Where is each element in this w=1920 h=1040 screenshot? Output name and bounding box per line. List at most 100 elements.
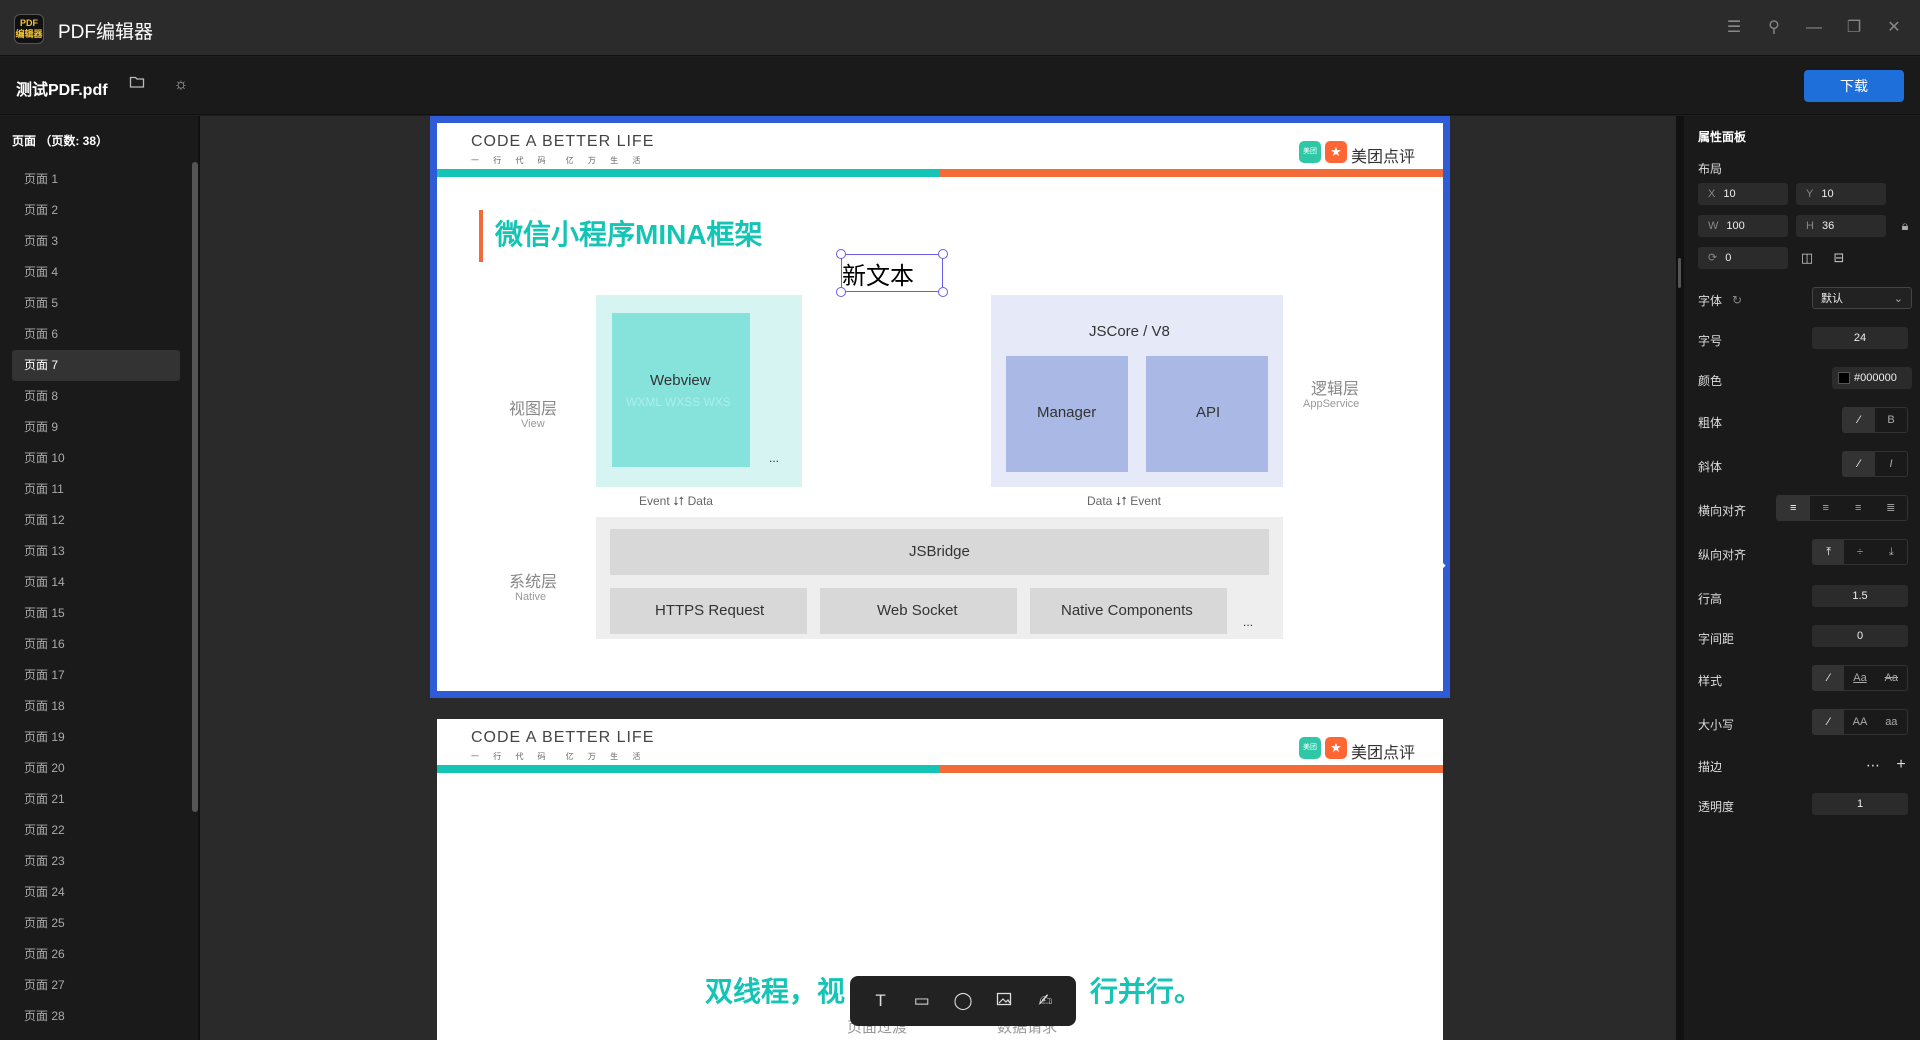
page-list-item[interactable]: 页面 2 <box>12 195 180 226</box>
add-stroke-icon[interactable]: + <box>1890 754 1912 776</box>
color-swatch[interactable] <box>1838 372 1850 385</box>
theme-icon[interactable]: ☼ <box>170 74 192 96</box>
rectangle-tool-icon[interactable]: ▭ <box>910 991 934 1011</box>
style-group[interactable]: ⁄ Aa Aa <box>1812 665 1908 691</box>
signature-tool-icon[interactable]: ✍ <box>1033 991 1057 1011</box>
resize-handle[interactable] <box>938 287 948 297</box>
resize-handle[interactable] <box>938 249 948 259</box>
w-field[interactable]: W 100 <box>1698 215 1788 237</box>
valign-group[interactable]: ⤒ ÷ ⤓ <box>1812 539 1908 565</box>
page-list-item[interactable]: 页面 7 <box>12 350 180 381</box>
case-label: 大小写 <box>1698 718 1735 732</box>
page-list-item[interactable]: 页面 19 <box>12 722 180 753</box>
page-list-item[interactable]: 页面 1 <box>12 164 180 195</box>
none-icon[interactable]: ⁄ <box>1843 452 1875 476</box>
y-field[interactable]: Y 10 <box>1796 183 1886 205</box>
resize-handle[interactable] <box>836 287 846 297</box>
text-tool-icon[interactable]: T <box>869 991 893 1011</box>
uppercase-icon[interactable]: AA <box>1844 710 1875 734</box>
download-button[interactable]: 下载 <box>1804 70 1904 102</box>
halign-group[interactable]: ≡ ≡ ≡ ≣ <box>1776 495 1908 521</box>
page-list-item[interactable]: 页面 22 <box>12 815 180 846</box>
folder-icon[interactable] <box>126 74 148 96</box>
menu-icon[interactable]: ☰ <box>1722 16 1746 40</box>
restore-icon[interactable]: ❐ <box>1842 16 1866 40</box>
page-list-item[interactable]: 页面 18 <box>12 691 180 722</box>
ellipse-tool-icon[interactable]: ◯ <box>951 991 975 1011</box>
none-icon[interactable]: ⁄ <box>1843 408 1875 432</box>
bold-toggle[interactable]: ⁄ B <box>1842 407 1908 433</box>
align-right-icon[interactable]: ≡ <box>1842 496 1875 520</box>
page-list-item[interactable]: 页面 25 <box>12 908 180 939</box>
dianping-logo-icon: ★ <box>1325 141 1347 163</box>
header-bar-teal <box>437 765 940 773</box>
page-list-item[interactable]: 页面 24 <box>12 877 180 908</box>
page-list-item[interactable]: 页面 8 <box>12 381 180 412</box>
new-text-object[interactable]: 新文本 <box>842 256 914 291</box>
none-icon[interactable]: ⁄ <box>1813 666 1845 690</box>
page-list-item[interactable]: 页面 11 <box>12 474 180 505</box>
lowercase-icon[interactable]: aa <box>1876 710 1907 734</box>
flip-horizontal-icon[interactable]: ◫ <box>1796 247 1818 269</box>
none-icon[interactable]: ⁄ <box>1813 710 1845 734</box>
color-field[interactable]: #000000 <box>1832 367 1912 389</box>
strikethrough-icon[interactable]: Aa <box>1876 666 1907 690</box>
italic-icon[interactable]: I <box>1875 452 1907 476</box>
resize-handle[interactable] <box>836 249 846 259</box>
page-list-item[interactable]: 页面 14 <box>12 567 180 598</box>
rotate-field[interactable]: ⟳ 0 <box>1698 247 1788 269</box>
page-list-item[interactable]: 页面 15 <box>12 598 180 629</box>
bold-label: 粗体 <box>1698 416 1723 430</box>
page-list-item[interactable]: 页面 10 <box>12 443 180 474</box>
lock-ratio-icon[interactable]: 🔒︎ <box>1894 215 1916 237</box>
page-list-item[interactable]: 页面 3 <box>12 226 180 257</box>
close-icon[interactable]: ✕ <box>1882 16 1906 40</box>
h-field[interactable]: H 36 <box>1796 215 1886 237</box>
page-list-item[interactable]: 页面 12 <box>12 505 180 536</box>
align-bottom-icon[interactable]: ⤓ <box>1876 540 1907 564</box>
align-center-icon[interactable]: ≡ <box>1810 496 1843 520</box>
page-list-item[interactable]: 页面 20 <box>12 753 180 784</box>
italic-toggle[interactable]: ⁄ I <box>1842 451 1908 477</box>
page-list-item[interactable]: 页面 4 <box>12 257 180 288</box>
page-list-item[interactable]: 页面 26 <box>12 939 180 970</box>
size-field[interactable]: 24 <box>1812 327 1908 349</box>
minimize-icon[interactable]: — <box>1802 16 1826 40</box>
page-list-item[interactable]: 页面 5 <box>12 288 180 319</box>
page-list-item[interactable]: 页面 23 <box>12 846 180 877</box>
x-field[interactable]: X 10 <box>1698 183 1788 205</box>
align-middle-icon[interactable]: ÷ <box>1844 540 1875 564</box>
document-canvas[interactable]: CODE A BETTER LIFE 一 行 代 码 亿 万 生 活 美团 ★ … <box>200 116 1676 1040</box>
lineheight-field[interactable]: 1.5 <box>1812 585 1908 607</box>
flip-vertical-icon[interactable]: ⊟ <box>1828 247 1850 269</box>
size-label: 字号 <box>1698 334 1723 348</box>
page-list-item[interactable]: 页面 21 <box>12 784 180 815</box>
page-list-item[interactable]: 页面 17 <box>12 660 180 691</box>
page-list-item[interactable]: 页面 13 <box>12 536 180 567</box>
opacity-field[interactable]: 1 <box>1812 793 1908 815</box>
align-top-icon[interactable]: ⤒ <box>1813 540 1845 564</box>
props-divider[interactable] <box>1676 116 1684 1040</box>
pin-icon[interactable]: ⚲ <box>1762 16 1786 40</box>
header-bar-teal <box>437 169 940 177</box>
underline-icon[interactable]: Aa <box>1844 666 1875 690</box>
page-list-item[interactable]: 页面 9 <box>12 412 180 443</box>
props-resize-handle[interactable] <box>1678 258 1681 288</box>
image-tool-icon[interactable] <box>992 991 1016 1012</box>
slide-page-7[interactable]: CODE A BETTER LIFE 一 行 代 码 亿 万 生 活 美团 ★ … <box>437 123 1443 691</box>
more-icon[interactable]: ⋯ <box>1862 754 1884 776</box>
page-list-item[interactable]: 页面 16 <box>12 629 180 660</box>
align-left-icon[interactable]: ≡ <box>1777 496 1810 520</box>
align-justify-icon[interactable]: ≣ <box>1875 496 1908 520</box>
bold-icon[interactable]: B <box>1875 408 1907 432</box>
page-list-item[interactable]: 页面 27 <box>12 970 180 1001</box>
slide-heading: 微信小程序MINA框架 <box>495 219 763 250</box>
refresh-font-icon[interactable]: ↻ <box>1726 289 1748 311</box>
color-label: 颜色 <box>1698 374 1723 388</box>
font-select[interactable]: 默认 ⌄ <box>1812 287 1912 309</box>
logic-layer-en: AppService <box>1303 398 1360 410</box>
page-list-item[interactable]: 页面 28 <box>12 1001 180 1032</box>
page-list-item[interactable]: 页面 6 <box>12 319 180 350</box>
spacing-field[interactable]: 0 <box>1812 625 1908 647</box>
case-group[interactable]: ⁄ AA aa <box>1812 709 1908 735</box>
